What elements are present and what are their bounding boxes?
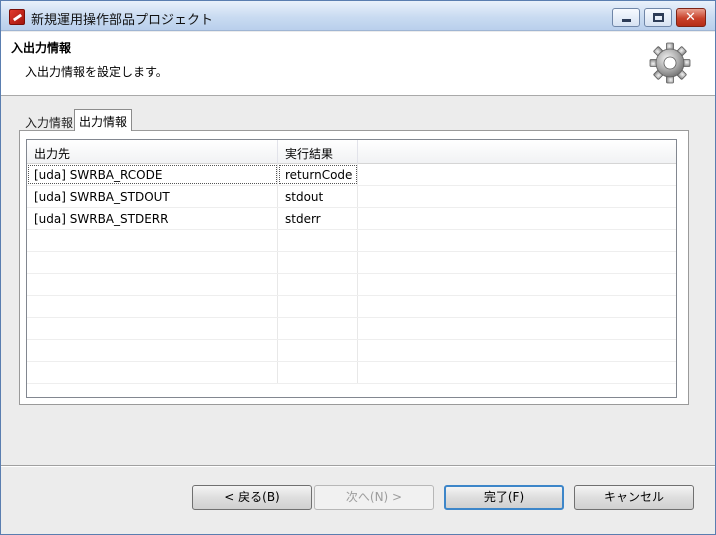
table-header: 出力先 実行結果 — [27, 140, 676, 164]
table-row-empty — [27, 362, 676, 384]
table-row-empty — [27, 252, 676, 274]
app-icon — [9, 9, 25, 25]
dialog-window: 新規運用操作部品プロジェクト ✕ 入出力情報 入出力情報を設定します。 入力情報… — [0, 0, 716, 535]
minimize-button[interactable] — [612, 8, 640, 27]
maximize-button[interactable] — [644, 8, 672, 27]
window-title: 新規運用操作部品プロジェクト — [31, 13, 214, 28]
column-header-output-dest[interactable]: 出力先 — [27, 140, 278, 164]
close-icon: ✕ — [685, 10, 696, 25]
footer-separator — [1, 465, 715, 467]
wizard-banner: 入出力情報 入出力情報を設定します。 — [1, 32, 715, 96]
table-cell[interactable]: returnCode — [278, 164, 358, 185]
table-cell[interactable]: [uda] SWRBA_RCODE — [27, 164, 278, 185]
table-row[interactable]: [uda] SWRBA_STDERR stderr — [27, 208, 676, 230]
table-cell[interactable]: stderr — [278, 208, 358, 229]
table-row-empty — [27, 318, 676, 340]
tab-input-info[interactable]: 入力情報 — [21, 111, 77, 131]
output-table[interactable]: 出力先 実行結果 [uda] SWRBA_RCODE returnCode [u… — [26, 139, 677, 398]
cancel-button[interactable]: キャンセル — [574, 485, 694, 510]
table-row-empty — [27, 340, 676, 362]
tab-output-info[interactable]: 出力情報 — [74, 109, 132, 131]
maximize-icon — [653, 13, 664, 22]
table-cell[interactable]: [uda] SWRBA_STDERR — [27, 208, 278, 229]
page-description: 入出力情報を設定します。 — [25, 65, 168, 79]
table-cell — [358, 164, 676, 185]
next-button[interactable]: 次へ(N) > — [314, 485, 434, 510]
column-header-exec-result[interactable]: 実行結果 — [278, 140, 358, 164]
table-body: [uda] SWRBA_RCODE returnCode [uda] SWRBA… — [27, 164, 676, 384]
page-title: 入出力情報 — [11, 41, 72, 55]
table-row-empty — [27, 296, 676, 318]
title-bar[interactable]: 新規運用操作部品プロジェクト ✕ — [1, 1, 715, 31]
table-row[interactable]: [uda] SWRBA_STDOUT stdout — [27, 186, 676, 208]
gear-icon — [649, 42, 691, 84]
table-cell[interactable]: stdout — [278, 186, 358, 207]
close-button[interactable]: ✕ — [676, 8, 706, 27]
table-cell — [358, 186, 676, 207]
finish-button[interactable]: 完了(F) — [444, 485, 564, 510]
table-row[interactable]: [uda] SWRBA_RCODE returnCode — [27, 164, 676, 186]
back-button[interactable]: < 戻る(B) — [192, 485, 312, 510]
table-row-empty — [27, 230, 676, 252]
table-cell — [358, 208, 676, 229]
table-cell[interactable]: [uda] SWRBA_STDOUT — [27, 186, 278, 207]
column-header-filler — [358, 140, 676, 164]
table-row-empty — [27, 274, 676, 296]
minimize-icon — [622, 19, 631, 22]
